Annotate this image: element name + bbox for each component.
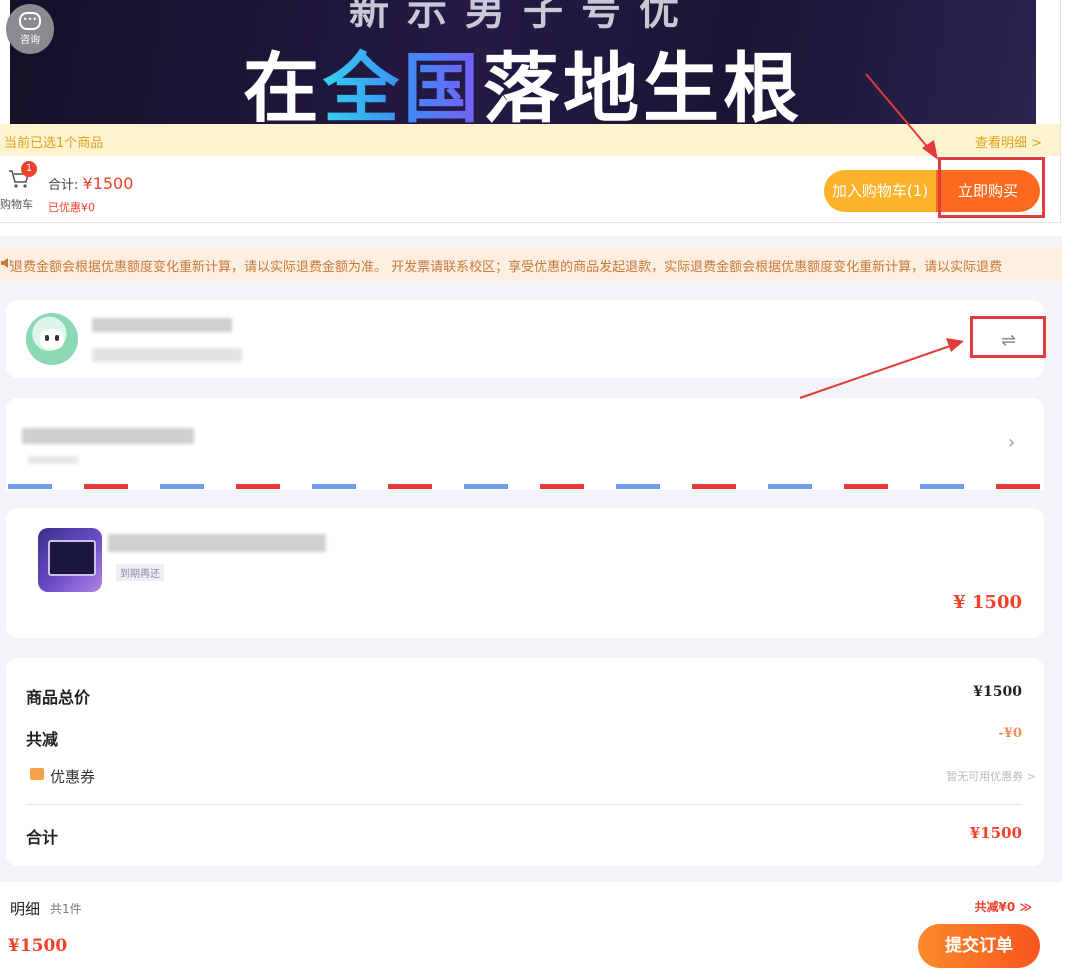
product-price: ¥ 1500 [953, 592, 1022, 613]
cart-count-badge: 1 [21, 161, 37, 177]
coupon-label: 优惠券 [50, 768, 96, 786]
promo-banner: 新示男子号优 在全国落地生根 [10, 0, 1036, 124]
footer-price: ¥1500 [8, 936, 68, 956]
coupon-icon [30, 768, 44, 780]
product-title-redacted [108, 534, 326, 552]
banner-title-part-3: 落地生根 [483, 44, 803, 124]
price-summary-card [6, 658, 1044, 866]
coupon-value-link[interactable]: 暂无可用优惠券 > [946, 768, 1036, 784]
item-count: 共1件 [50, 902, 82, 916]
discount-text: 已优惠¥0 [48, 201, 95, 214]
selected-notice-bar: 当前已选1个商品 查看明细 > [0, 124, 1060, 156]
banner-title: 在全国落地生根 [10, 44, 1036, 124]
annotation-box-buy-now [938, 157, 1045, 218]
product-tag: 到期再还 [116, 564, 164, 581]
summary-divider [26, 804, 1022, 805]
address-detail-redacted [28, 456, 78, 464]
product-thumbnail [38, 528, 102, 592]
student-info-redacted [92, 348, 242, 362]
selected-count-text: 当前已选1个商品 [4, 136, 104, 151]
address-card[interactable] [6, 398, 1044, 490]
consult-button[interactable]: ••• 咨询 [6, 4, 54, 54]
order-footer [0, 882, 1062, 980]
banner-title-part-2: 全国 [323, 44, 483, 124]
banner-ghost-text: 新示男子号优 [349, 0, 697, 34]
reduce-label: 共减 [26, 730, 59, 749]
switch-account-button[interactable]: ⇌ [970, 316, 1046, 358]
address-line-redacted [22, 428, 194, 444]
detail-label[interactable]: 明细 [10, 898, 40, 919]
total-value: ¥1500 [82, 174, 134, 193]
refund-notice-text: 退费金额会根据优惠额度变化重新计算，请以实际退费金额为准。 开发票请联系校区；享… [10, 260, 1003, 275]
sum-label: 合计 [26, 828, 59, 847]
goods-total-label: 商品总价 [26, 688, 91, 707]
reduce-value: -¥0 [998, 726, 1023, 741]
sum-value: ¥1500 [969, 824, 1022, 842]
chat-bubble-icon: ••• [19, 12, 41, 30]
product-page-panel: 新示男子号优 在全国落地生根 ••• 咨询 当前已选1个商品 查看明细 > 1 … [0, 0, 1061, 223]
cart-total: 合计: ¥1500 [48, 174, 133, 193]
reduce-toggle[interactable]: 共减¥0 ≫ [975, 898, 1032, 915]
submit-order-button[interactable]: 提交订单 [918, 924, 1040, 968]
banner-title-part-1: 在 [243, 44, 323, 124]
account-card[interactable] [6, 300, 1044, 378]
student-name-redacted [92, 318, 232, 332]
refund-notice-marquee: 退费金额会根据优惠额度变化重新计算，请以实际退费金额为准。 开发票请联系校区；享… [0, 248, 1062, 280]
total-prefix: 合计: [48, 178, 83, 193]
consult-label: 咨询 [20, 35, 40, 46]
speaker-icon [1, 258, 12, 268]
cart-label: 购物车 [0, 198, 33, 211]
goods-total-value: ¥1500 [973, 684, 1022, 700]
view-details-link[interactable]: 查看明细 > [975, 132, 1042, 151]
add-to-cart-button[interactable]: 加入购物车(1) [824, 170, 936, 212]
swap-icon: ⇌ [1001, 330, 1017, 351]
chevron-right-icon[interactable]: › [1008, 432, 1015, 453]
envelope-stripe [8, 484, 1044, 489]
student-avatar [26, 313, 78, 365]
